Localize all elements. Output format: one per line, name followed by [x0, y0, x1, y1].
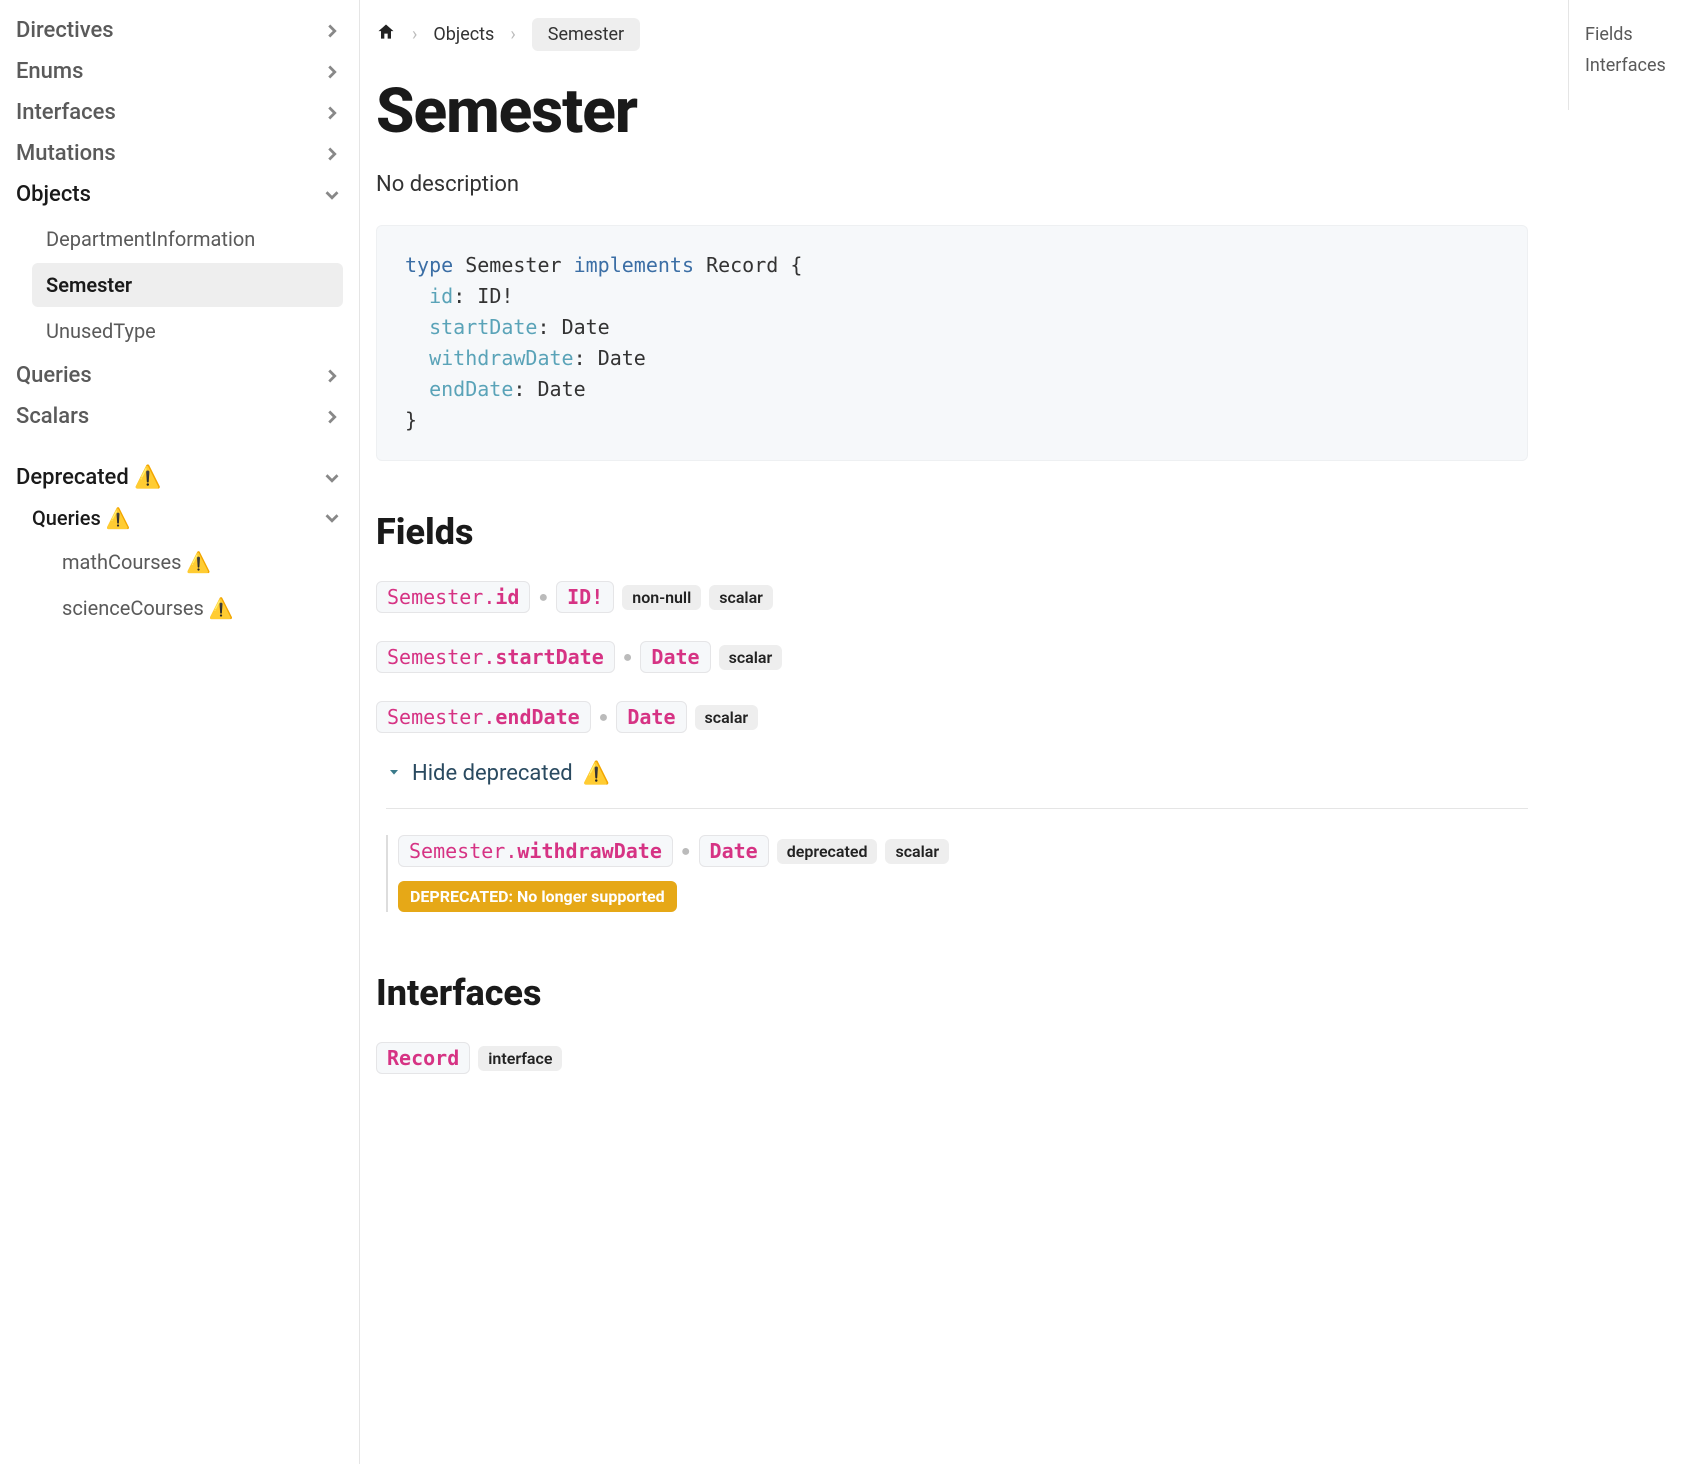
- sidebar-item-departmentinformation[interactable]: DepartmentInformation: [32, 217, 343, 261]
- chevron-right-icon: [321, 365, 343, 387]
- sidebar-group-objects[interactable]: Objects: [16, 174, 343, 215]
- hide-deprecated-toggle[interactable]: Hide deprecated ⚠️: [386, 761, 1528, 786]
- sidebar-item-sciencecourses[interactable]: scienceCourses ⚠️: [48, 586, 343, 630]
- field-type-chip[interactable]: ID!: [556, 581, 614, 613]
- sidebar-label: Mutations: [16, 141, 116, 166]
- toc-interfaces[interactable]: Interfaces: [1585, 55, 1692, 76]
- sidebar-label: Scalars: [16, 404, 89, 429]
- sidebar-label: Directives: [16, 18, 114, 43]
- chevron-right-icon: ›: [412, 24, 417, 45]
- chevron-right-icon: [321, 406, 343, 428]
- page-description: No description: [376, 172, 1528, 197]
- sidebar-sub-objects: DepartmentInformation Semester UnusedTyp…: [16, 217, 343, 353]
- bullet-icon: ●: [623, 647, 633, 667]
- field-row-enddate: Semester.endDate ● Date scalar: [376, 701, 1528, 733]
- toc: Fields Interfaces: [1568, 0, 1708, 110]
- warning-icon: ⚠️: [186, 550, 211, 574]
- sidebar-group-mutations[interactable]: Mutations: [16, 133, 343, 174]
- sidebar-sub-deprecated-queries: mathCourses ⚠️ scienceCourses ⚠️: [32, 540, 343, 630]
- deprecated-field-block: Semester.withdrawDate ● Date deprecated …: [386, 835, 1528, 912]
- type-definition-code: type Semester implements Record { id: ID…: [376, 225, 1528, 461]
- sidebar-label: Objects: [16, 182, 91, 207]
- sidebar-label: Enums: [16, 59, 83, 84]
- divider: [386, 808, 1528, 809]
- hide-deprecated-label: Hide deprecated: [412, 761, 573, 786]
- warning-icon: ⚠️: [209, 596, 234, 620]
- page-title: Semester: [376, 75, 1528, 148]
- field-type-chip[interactable]: Date: [699, 835, 769, 867]
- sidebar-label: Queries ⚠️: [32, 506, 131, 530]
- chevron-right-icon: [321, 143, 343, 165]
- sidebar-item-semester[interactable]: Semester: [32, 263, 343, 307]
- field-row-id: Semester.id ● ID! non-null scalar: [376, 581, 1528, 613]
- interface-chip[interactable]: Record: [376, 1042, 470, 1074]
- sidebar-group-interfaces[interactable]: Interfaces: [16, 92, 343, 133]
- breadcrumb-current: Semester: [532, 18, 640, 51]
- field-type-chip[interactable]: Date: [616, 701, 686, 733]
- sidebar-group-scalars[interactable]: Scalars: [16, 396, 343, 437]
- field-row-startdate: Semester.startDate ● Date scalar: [376, 641, 1528, 673]
- warning-icon: ⚠️: [106, 506, 131, 530]
- chevron-right-icon: [321, 61, 343, 83]
- interfaces-section-title: Interfaces: [376, 972, 1528, 1014]
- badge-scalar: scalar: [709, 585, 773, 610]
- badge-scalar: scalar: [885, 839, 949, 864]
- chevron-down-icon: [321, 184, 343, 206]
- sidebar-item-unusedtype[interactable]: UnusedType: [32, 309, 343, 353]
- badge-deprecated: deprecated: [777, 839, 878, 864]
- field-type-chip[interactable]: Date: [640, 641, 710, 673]
- toc-fields[interactable]: Fields: [1585, 24, 1692, 45]
- warning-icon: ⚠️: [134, 465, 161, 490]
- field-name-chip[interactable]: Semester.id: [376, 581, 530, 613]
- badge-scalar: scalar: [719, 645, 783, 670]
- badge-nonnull: non-null: [622, 585, 701, 610]
- breadcrumb-objects[interactable]: Objects: [433, 24, 494, 45]
- interface-row-record: Record interface: [376, 1042, 1528, 1074]
- sidebar-label: Queries: [16, 363, 92, 388]
- sidebar-group-queries[interactable]: Queries: [16, 355, 343, 396]
- warning-icon: ⚠️: [583, 761, 610, 786]
- field-name-chip[interactable]: Semester.withdrawDate: [398, 835, 673, 867]
- chevron-right-icon: [321, 20, 343, 42]
- chevron-right-icon: [321, 102, 343, 124]
- caret-down-icon: [386, 761, 402, 786]
- sidebar-label: Deprecated ⚠️: [16, 465, 162, 490]
- sidebar: Directives Enums Interfaces Mutations Ob…: [0, 0, 360, 1464]
- sidebar-group-enums[interactable]: Enums: [16, 51, 343, 92]
- sidebar-label: Interfaces: [16, 100, 116, 125]
- deprecated-message: DEPRECATED: No longer supported: [398, 881, 677, 912]
- bullet-icon: ●: [681, 841, 691, 861]
- badge-scalar: scalar: [695, 705, 759, 730]
- sidebar-group-directives[interactable]: Directives: [16, 10, 343, 51]
- home-icon[interactable]: [376, 22, 396, 47]
- sidebar-group-deprecated[interactable]: Deprecated ⚠️: [16, 457, 343, 498]
- bullet-icon: ●: [599, 707, 609, 727]
- field-name-chip[interactable]: Semester.endDate: [376, 701, 591, 733]
- field-name-chip[interactable]: Semester.startDate: [376, 641, 615, 673]
- main-content: › Objects › Semester Semester No descrip…: [360, 0, 1568, 1464]
- chevron-right-icon: ›: [510, 24, 515, 45]
- chevron-down-icon: [321, 467, 343, 489]
- fields-section-title: Fields: [376, 511, 1528, 553]
- sidebar-group-deprecated-queries[interactable]: Queries ⚠️: [32, 498, 343, 538]
- sidebar-item-mathcourses[interactable]: mathCourses ⚠️: [48, 540, 343, 584]
- badge-interface: interface: [478, 1046, 562, 1071]
- chevron-down-icon: [321, 507, 343, 529]
- sidebar-sub-deprecated: Queries ⚠️ mathCourses ⚠️ scienceCourses…: [16, 498, 343, 630]
- field-row-withdrawdate: Semester.withdrawDate ● Date deprecated …: [398, 835, 1528, 867]
- bullet-icon: ●: [538, 587, 548, 607]
- breadcrumb: › Objects › Semester: [376, 18, 1528, 51]
